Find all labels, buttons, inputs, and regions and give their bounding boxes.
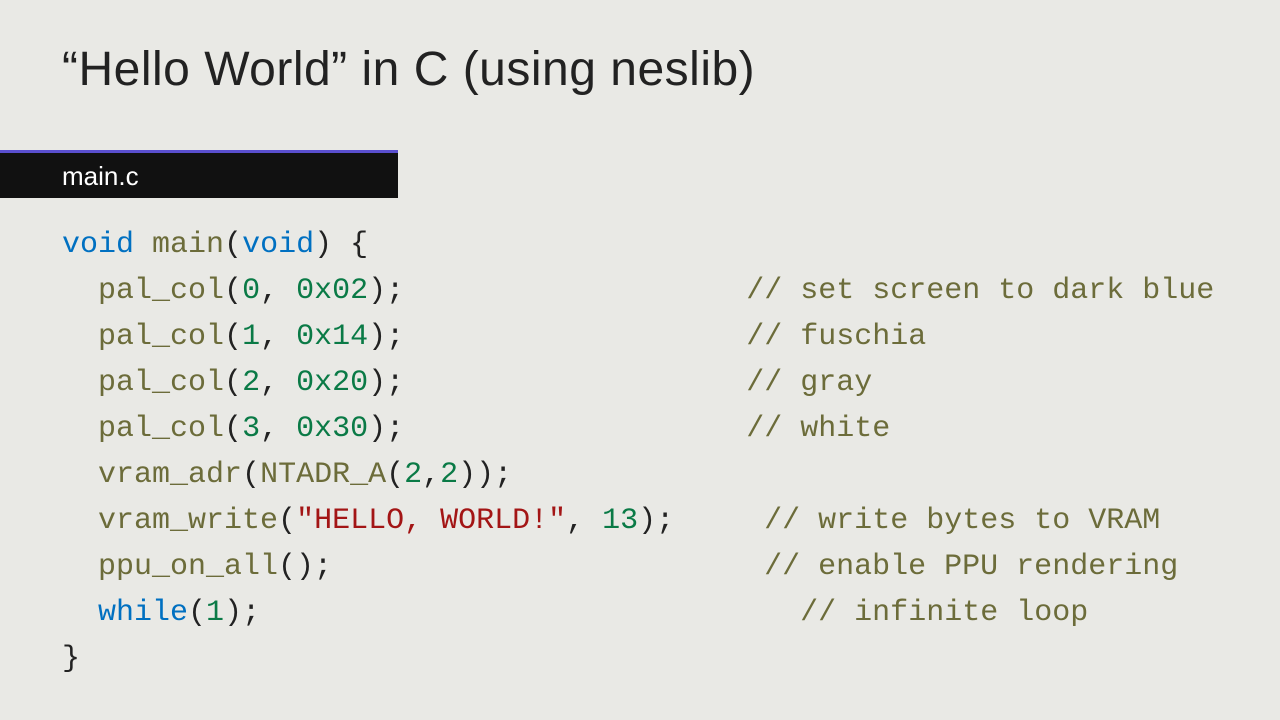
comment: // infinite loop [800, 596, 1088, 630]
comment: // white [746, 412, 890, 446]
fn-vram-write: vram_write [98, 504, 278, 538]
fn-ppu-on-all: ppu_on_all [98, 550, 278, 584]
keyword-void: void [62, 228, 134, 262]
code-block: void main(void) { pal_col(0, 0x02); // s… [62, 222, 1214, 682]
comment: // fuschia [746, 320, 926, 354]
string-literal: "HELLO, WORLD!" [296, 504, 566, 538]
brace-close: } [62, 642, 80, 676]
comment: // write bytes to VRAM [764, 504, 1160, 538]
comment: // gray [746, 366, 872, 400]
slide: “Hello World” in C (using neslib) main.c… [0, 0, 1280, 720]
fn-pal-col: pal_col [98, 274, 224, 308]
macro-ntadr: NTADR_A [260, 458, 386, 492]
file-tab: main.c [0, 150, 398, 198]
fn-main: main [152, 228, 224, 262]
fn-vram-adr: vram_adr [98, 458, 242, 492]
comment: // set screen to dark blue [746, 274, 1214, 308]
slide-title: “Hello World” in C (using neslib) [62, 42, 755, 97]
keyword-while: while [98, 596, 188, 630]
comment: // enable PPU rendering [764, 550, 1178, 584]
